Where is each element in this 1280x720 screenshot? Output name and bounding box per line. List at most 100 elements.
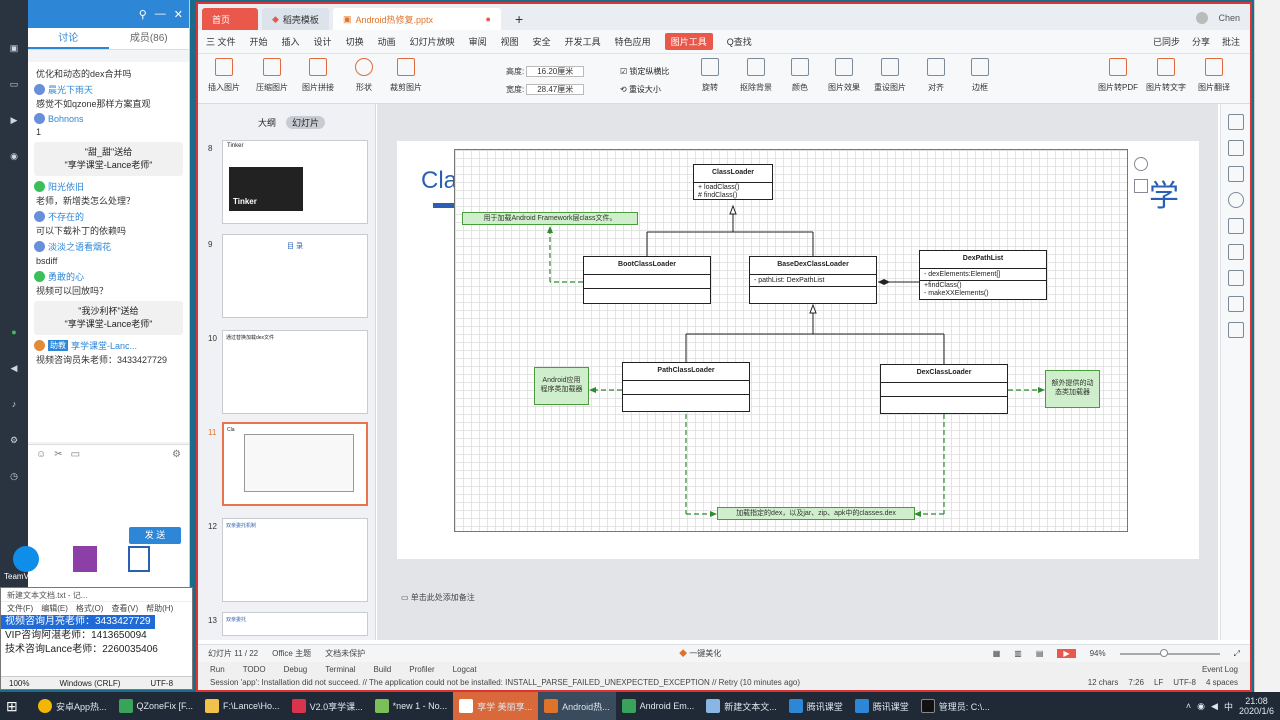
layer-icon[interactable]: [1227, 244, 1244, 260]
clock[interactable]: 21:08 2020/1/6: [1239, 696, 1274, 716]
menu-file[interactable]: 文件(F): [7, 603, 33, 614]
message-list[interactable]: 优化和动态的dex合并吗 晨光下雨天 感觉不如qzone那样方案直观 Bohno…: [28, 62, 189, 442]
menu-help[interactable]: 帮助(H): [146, 603, 173, 614]
comment-button[interactable]: 批注: [1222, 35, 1240, 48]
tray-chevron-icon[interactable]: ˄: [1186, 701, 1191, 711]
emoji-icon[interactable]: ☺: [36, 449, 46, 460]
color-button[interactable]: 颜色: [778, 58, 822, 93]
zoom-in-icon[interactable]: [1134, 157, 1148, 171]
menu-review[interactable]: 审阅: [469, 35, 487, 48]
zoom-level[interactable]: 94%: [1090, 649, 1106, 658]
menu-transition[interactable]: 切换: [346, 35, 364, 48]
menu-insert[interactable]: 插入: [282, 35, 300, 48]
taskbar-item-cmd[interactable]: 管理员: C:\...: [915, 692, 996, 720]
minimize-icon[interactable]: —: [155, 8, 166, 20]
menu-view[interactable]: 视图: [501, 35, 519, 48]
tab-docer[interactable]: ◆ 稻壳模板: [262, 8, 329, 30]
class-pathclassloader[interactable]: PathClassLoader: [622, 362, 750, 412]
menu-slideshow[interactable]: 幻灯片放映: [410, 35, 455, 48]
tab-outline[interactable]: 大纲: [258, 116, 276, 129]
message-sender[interactable]: 淡淡之语看烟花: [34, 240, 183, 253]
message-sender[interactable]: Bohnons: [34, 113, 183, 124]
tool-terminal[interactable]: Terminal: [325, 665, 355, 674]
notes-area[interactable]: ▭ 单击此处添加备注: [397, 592, 1199, 608]
crop-picture-button[interactable]: 裁剪图片: [384, 58, 428, 93]
view-reading-icon[interactable]: ▤: [1036, 649, 1044, 658]
picture-effects-button[interactable]: 图片效果: [822, 58, 866, 93]
lock-ratio-checkbox[interactable]: ☑ 锁定纵横比: [620, 66, 669, 77]
zoom-slider[interactable]: [1119, 648, 1220, 657]
user-avatar[interactable]: [1196, 12, 1209, 24]
tab-discussion[interactable]: 讨论: [28, 28, 109, 49]
rotate-button[interactable]: 旋转: [688, 58, 732, 93]
desktop-icon-zip[interactable]: android.zip: [66, 546, 105, 586]
tool-logcat[interactable]: Logcat: [453, 665, 477, 674]
slide-thumb-11[interactable]: Cla: [222, 422, 368, 506]
slide-thumb-8[interactable]: Tinker Tinker: [222, 140, 368, 224]
tool-profiler[interactable]: Profiler: [409, 665, 434, 674]
message-sender[interactable]: 助教 享学课堂-Lanc...: [34, 339, 183, 352]
pin-icon[interactable]: ⚲: [139, 8, 147, 21]
tool-run[interactable]: Run: [210, 665, 225, 674]
view-sorter-icon[interactable]: ▥: [1014, 649, 1022, 658]
tab-slides[interactable]: 幻灯片: [286, 116, 326, 129]
picture-to-text-button[interactable]: 图片转文字: [1144, 58, 1188, 93]
menu-security[interactable]: 安全: [533, 35, 551, 48]
class-dexpathlist[interactable]: DexPathList - dexElements:Element[] +fin…: [919, 250, 1047, 300]
sync-status[interactable]: 已同步: [1153, 35, 1180, 48]
picture-stitch-button[interactable]: 图片拼接: [296, 58, 340, 93]
picture-to-pdf-button[interactable]: 图片转PDF: [1096, 58, 1140, 93]
dock-speaker-icon[interactable]: ◀: [0, 350, 28, 386]
dock-ppt-icon[interactable]: ▭: [0, 66, 28, 102]
tab-members[interactable]: 成员(86): [109, 28, 190, 49]
picture-translate-button[interactable]: 图片翻译: [1192, 58, 1236, 93]
tray-volume-icon[interactable]: ◀: [1211, 701, 1218, 712]
align-icon[interactable]: [1227, 218, 1244, 234]
start-button[interactable]: ⊞: [0, 692, 32, 720]
tool-todo[interactable]: TODO: [243, 665, 266, 674]
close-icon[interactable]: ✕: [174, 8, 183, 21]
image-icon[interactable]: ▭: [71, 449, 80, 460]
fill-icon[interactable]: [1227, 166, 1244, 182]
taskbar-item-android-pptx[interactable]: Android热...: [538, 692, 616, 720]
menu-animation[interactable]: 动画: [378, 35, 396, 48]
slide-canvas[interactable]: Cla 学 ClassLoader + loadClass() # findCl…: [377, 104, 1218, 640]
taskbar-item-chrome[interactable]: 安卓App热...: [32, 692, 113, 720]
taskbar-item-tencent-class-1[interactable]: 腾讯课堂: [783, 692, 849, 720]
crop-icon[interactable]: [1134, 179, 1148, 193]
desktop-icon-doc[interactable]: 介绍资料: [123, 546, 155, 586]
taskbar-item-tencent-class-2[interactable]: 腾讯课堂: [849, 692, 915, 720]
dock-clock-icon[interactable]: ◷: [0, 458, 28, 494]
dock-settings-icon[interactable]: ⚙: [0, 422, 28, 458]
ime-indicator[interactable]: 中: [1224, 700, 1233, 713]
slide-thumb-10[interactable]: 通过替换加载dex文件: [222, 330, 368, 414]
width-field[interactable]: 宽度: 28.47厘米: [506, 84, 585, 95]
tab-home[interactable]: 首页: [202, 8, 258, 30]
style-icon[interactable]: [1227, 140, 1244, 156]
dock-camera-icon[interactable]: ◉: [0, 138, 28, 174]
beautify-button[interactable]: ◆ 一键美化: [679, 648, 721, 659]
dock-mic-icon[interactable]: ●: [0, 314, 28, 350]
gear-icon[interactable]: ⚙: [172, 449, 181, 460]
height-field[interactable]: 高度: 16.20厘米: [506, 66, 585, 77]
grid-icon[interactable]: [1227, 296, 1244, 312]
taskbar-item-notepad[interactable]: 新建文本文...: [700, 692, 783, 720]
theme-name[interactable]: Office 主题: [272, 648, 311, 659]
message-sender[interactable]: 晨光下雨天: [34, 83, 183, 96]
message-sender[interactable]: 勇敢的心: [34, 270, 183, 283]
menu-view[interactable]: 查看(V): [111, 603, 138, 614]
slide-thumb-12[interactable]: 双亲委托机制: [222, 518, 368, 602]
menu-edit[interactable]: 编辑(E): [41, 603, 68, 614]
view-normal-icon[interactable]: ▦: [993, 649, 1001, 658]
select-icon[interactable]: [1227, 114, 1244, 130]
table-icon[interactable]: [1227, 322, 1244, 338]
dock-music-icon[interactable]: ♪: [0, 386, 28, 422]
tool-debug[interactable]: Debug: [284, 665, 308, 674]
slide-thumb-9[interactable]: 目 录: [222, 234, 368, 318]
reset-size-button[interactable]: ⟲ 重设大小: [620, 84, 661, 95]
notepad-editor[interactable]: 视频咨询月亮老师：3433427729 VIP咨询阿湛老师：1413650094…: [1, 615, 192, 657]
search-icon[interactable]: [1227, 192, 1244, 208]
tab-pptx[interactable]: ▣ Android热修复.pptx ●: [332, 8, 501, 30]
scissors-icon[interactable]: ✂: [54, 449, 62, 460]
share-button[interactable]: 分享: [1192, 35, 1210, 48]
